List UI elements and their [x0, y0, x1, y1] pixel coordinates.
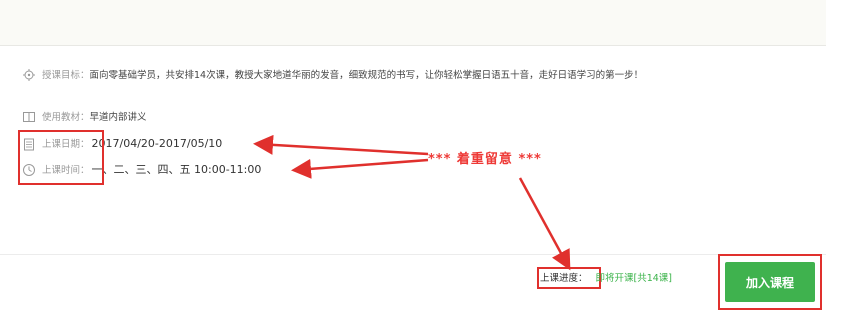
right-margin — [826, 0, 844, 315]
card-header-area — [0, 0, 826, 46]
progress-label: 上课进度： — [540, 273, 588, 284]
goal-text: 面向零基础学员，共安排14次课，教授大家地道华丽的发音，细致规范的书写，让你轻松… — [89, 70, 644, 81]
course-material-row: 使用教材： 早道内部讲义 — [22, 110, 147, 126]
course-footer-bar — [0, 254, 826, 315]
target-icon — [22, 68, 36, 82]
date-value: 2017/04/20-2017/05/10 — [91, 137, 223, 150]
join-course-button[interactable]: 加入课程 — [725, 262, 815, 302]
book-icon — [22, 110, 36, 124]
material-text: 早道内部讲义 — [89, 112, 147, 123]
material-label: 使用教材： — [42, 112, 90, 123]
course-progress: 上课进度： 即将开课[共14课] — [540, 270, 672, 284]
time-value: 一、二、三、四、五 10:00-11:00 — [91, 163, 262, 176]
goal-label: 授课目标： — [42, 70, 90, 81]
course-goal-row: 授课目标： 面向零基础学员，共安排14次课，教授大家地道华丽的发音，细致规范的书… — [22, 68, 772, 84]
annotation-text: *** 着重留意 *** — [428, 152, 542, 167]
progress-value: 即将开课[共14课] — [595, 273, 673, 284]
highlight-box-schedule — [18, 130, 104, 185]
